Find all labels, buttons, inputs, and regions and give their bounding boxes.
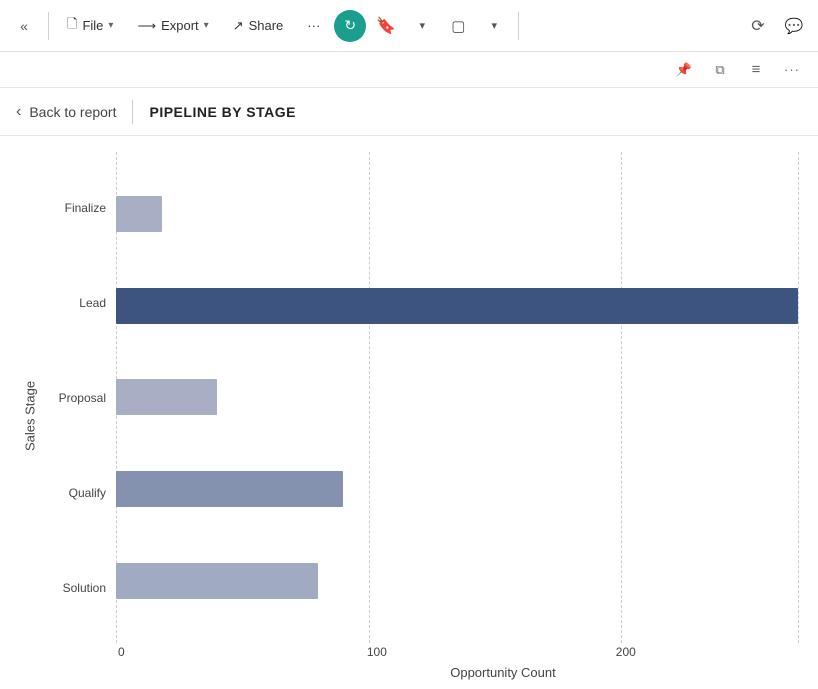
bar-finalize[interactable] (116, 196, 162, 232)
export-label: Export (161, 18, 199, 33)
y-axis-item: Qualify (44, 486, 116, 500)
grid-line (798, 152, 799, 643)
reload-button[interactable]: ⟳ (742, 10, 774, 42)
chart-container: Sales Stage Finalize Lead Proposal Qualify S… (20, 152, 798, 679)
export-arrow-icon: ⟶ (137, 18, 156, 34)
bar-row (116, 559, 798, 603)
x-axis-label: Opportunity Count (208, 665, 798, 680)
view-frame-icon: ▢ (451, 17, 465, 35)
chart-inner: Finalize Lead Proposal Qualify Solution 0 100… (44, 152, 798, 679)
toolbar-divider-1 (48, 12, 49, 40)
pin-icon: 📌 (676, 62, 692, 78)
bookmark-dropdown-button[interactable]: ▾ (406, 10, 438, 42)
export-chevron-icon: ▾ (204, 20, 209, 31)
bookmark-icon: 🔖 (376, 16, 396, 36)
reload-icon: ⟳ (751, 16, 764, 36)
comment-button[interactable]: 💬 (778, 10, 810, 42)
bar-row (116, 284, 798, 328)
more-options-button[interactable]: ··· (297, 13, 330, 38)
page-title: PIPELINE BY STAGE (149, 104, 295, 120)
bar-row (116, 192, 798, 236)
collapse-icon: « (20, 18, 28, 34)
copy-visual-button[interactable]: ⧉ (706, 56, 734, 84)
breadcrumb-bar: ‹ Back to report PIPELINE BY STAGE (0, 88, 818, 136)
bars-wrapper (116, 152, 798, 643)
pin-button[interactable]: 📌 (670, 56, 698, 84)
secondary-toolbar: 📌 ⧉ ≡ ··· (0, 52, 818, 88)
more-dots-icon: ··· (307, 18, 320, 33)
collapse-panel-button[interactable]: « (8, 10, 40, 42)
toolbar-right-section: ⟳ 💬 (742, 10, 810, 42)
filter-icon: ≡ (752, 61, 761, 78)
share-label: Share (249, 18, 284, 33)
secondary-more-icon: ··· (784, 62, 800, 77)
refresh-button[interactable]: ↻ (334, 10, 366, 42)
x-axis-area: 0100200 Opportunity Count (126, 643, 798, 679)
bar-solution[interactable] (116, 563, 318, 599)
y-axis-item: Finalize (44, 201, 116, 215)
view-button[interactable]: ▢ (442, 10, 474, 42)
bar-proposal[interactable] (116, 379, 217, 415)
file-chevron-icon: ▾ (108, 20, 113, 31)
chart-area: Sales Stage Finalize Lead Proposal Qualify S… (0, 136, 818, 689)
y-axis-item: Lead (44, 296, 116, 310)
y-labels: Finalize Lead Proposal Qualify Solution (44, 152, 116, 643)
bar-qualify[interactable] (116, 471, 343, 507)
y-axis-item: Solution (44, 581, 116, 595)
main-toolbar: « 🗋 File ▾ ⟶ Export ▾ ↗ Share ··· ↻ 🔖 ▾ … (0, 0, 818, 52)
bookmark-chevron-icon: ▾ (420, 19, 426, 32)
back-arrow-icon[interactable]: ‹ (16, 103, 21, 121)
copy-icon: ⧉ (715, 62, 724, 78)
bookmark-button[interactable]: 🔖 (370, 10, 402, 42)
y-axis-label: Sales Stage (20, 152, 40, 679)
back-to-report-link[interactable]: Back to report (29, 104, 116, 120)
bars-and-labels: Finalize Lead Proposal Qualify Solution (44, 152, 798, 643)
share-icon: ↗ (233, 18, 244, 34)
breadcrumb-separator (132, 100, 133, 124)
refresh-icon: ↻ (344, 17, 356, 34)
view-dropdown-button[interactable]: ▾ (478, 10, 510, 42)
x-tick-label: 0 (118, 645, 125, 659)
share-button[interactable]: ↗ Share (223, 13, 294, 39)
bar-lead[interactable] (116, 288, 798, 324)
y-axis-item: Proposal (44, 391, 116, 405)
export-menu-button[interactable]: ⟶ Export ▾ (127, 13, 218, 39)
x-tick-label: 100 (367, 645, 387, 659)
view-chevron-icon: ▾ (492, 19, 498, 32)
x-tick-label: 200 (616, 645, 636, 659)
file-label: File (82, 18, 103, 33)
file-doc-icon: 🗋 (67, 15, 77, 37)
filter-button[interactable]: ≡ (742, 56, 770, 84)
secondary-more-button[interactable]: ··· (778, 56, 806, 84)
bar-row (116, 467, 798, 511)
file-menu-button[interactable]: 🗋 File ▾ (57, 10, 123, 42)
bar-row (116, 375, 798, 419)
toolbar-divider-2 (518, 12, 519, 40)
comment-icon: 💬 (785, 17, 804, 35)
